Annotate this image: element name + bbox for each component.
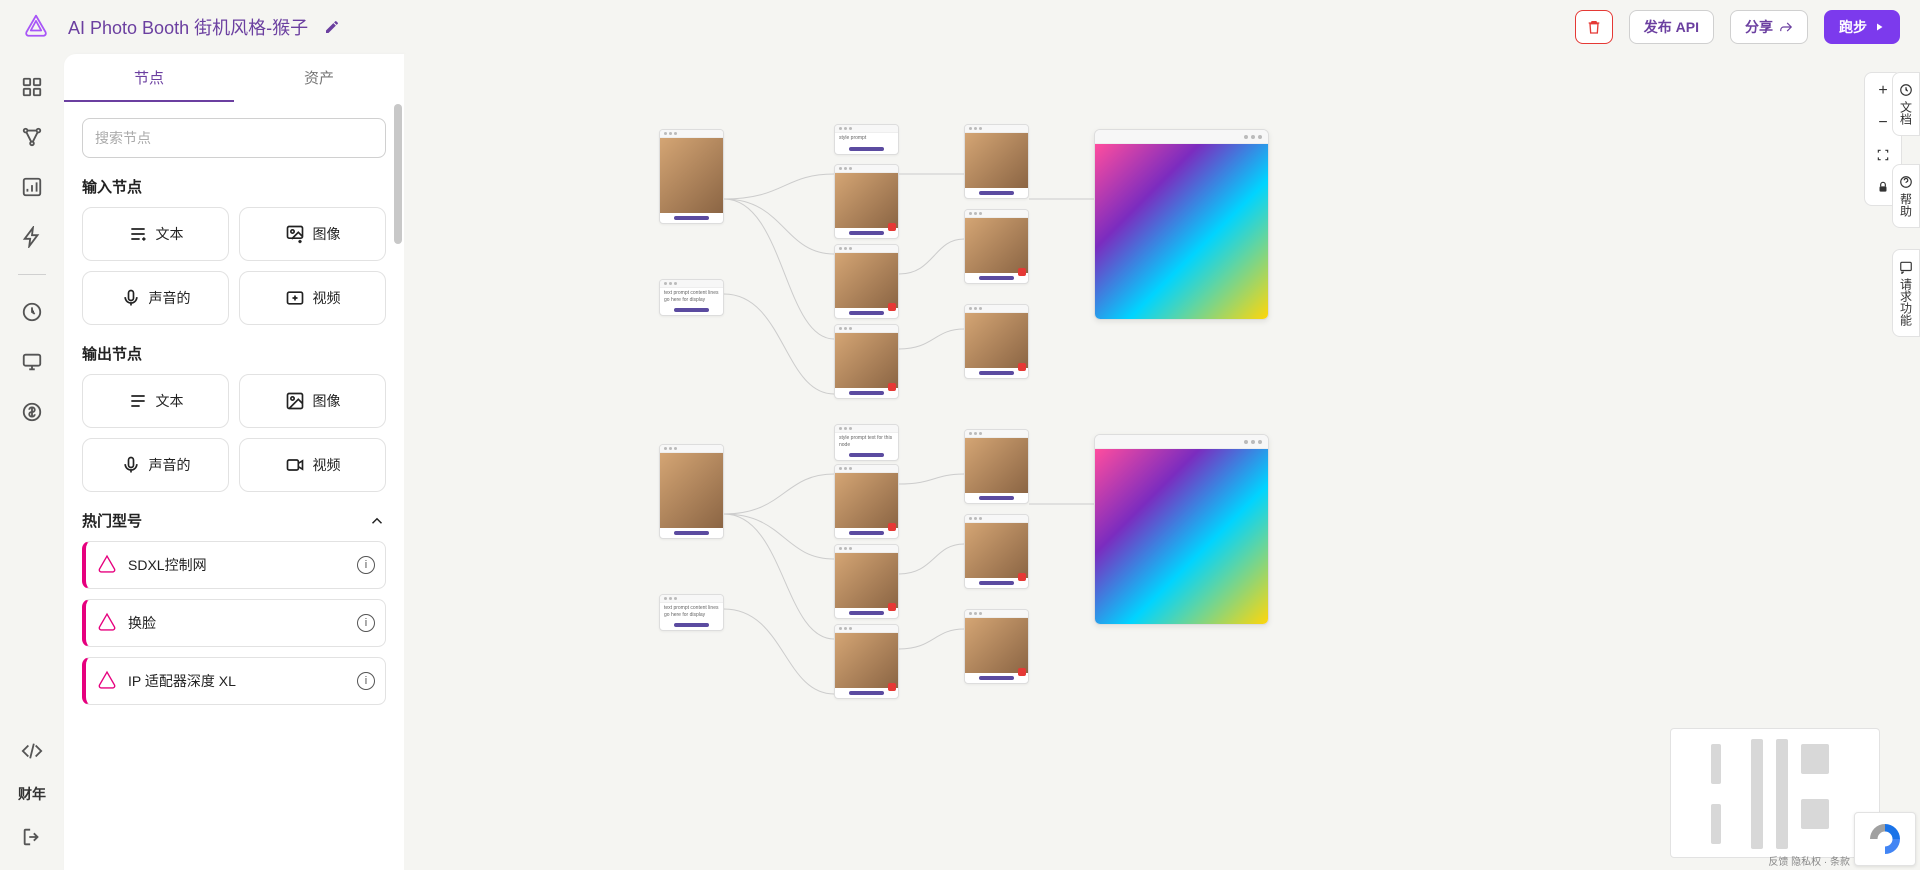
input-video-button[interactable]: 视频 — [239, 271, 386, 325]
info-icon[interactable]: i — [357, 614, 375, 632]
section-input-nodes: 输入节点 — [82, 176, 386, 197]
share-icon — [1779, 20, 1793, 34]
flow-node[interactable] — [964, 514, 1029, 589]
mic-out-icon — [121, 455, 141, 475]
canvas[interactable]: text prompt content lines go here for di… — [404, 54, 1920, 870]
minimap[interactable] — [1670, 728, 1880, 858]
flow-node[interactable]: text prompt content lines go here for di… — [659, 279, 724, 316]
question-icon — [1899, 175, 1913, 189]
flow-node[interactable] — [964, 609, 1029, 684]
apps-icon[interactable] — [19, 74, 45, 100]
flow-node[interactable] — [834, 464, 899, 539]
flow-node[interactable] — [834, 624, 899, 699]
text-icon — [128, 224, 148, 244]
model-sdxl-controlnet[interactable]: SDXL控制网 i — [82, 541, 386, 589]
text-lines-icon — [128, 391, 148, 411]
share-label: 分享 — [1745, 17, 1773, 37]
flow-icon[interactable] — [19, 124, 45, 150]
video-plus-icon — [285, 288, 305, 308]
output-image-button[interactable]: 图像 — [239, 374, 386, 428]
flow-node[interactable] — [659, 444, 724, 539]
flow-node[interactable]: text prompt content lines go here for di… — [659, 594, 724, 631]
code-icon[interactable] — [19, 738, 45, 764]
edit-title-icon[interactable] — [324, 19, 340, 35]
monitor-icon[interactable] — [19, 349, 45, 375]
bolt-icon[interactable] — [19, 224, 45, 250]
fy-label[interactable]: 财年 — [18, 784, 46, 804]
docs-widget[interactable]: 文档 — [1892, 72, 1920, 136]
video-icon — [285, 455, 305, 475]
flow-node[interactable] — [834, 544, 899, 619]
info-icon[interactable]: i — [357, 672, 375, 690]
image-out-icon — [285, 391, 305, 411]
info-icon[interactable]: i — [357, 556, 375, 574]
flow-node[interactable] — [834, 244, 899, 319]
chevron-up-icon — [368, 512, 386, 530]
flow-node[interactable] — [964, 304, 1029, 379]
recaptcha-icon — [1867, 821, 1903, 857]
image-icon — [285, 224, 305, 244]
chat-icon — [1899, 260, 1913, 274]
input-audio-button[interactable]: 声音的 — [82, 271, 229, 325]
model-logo-icon — [96, 670, 118, 692]
sidepanel-scrollbar[interactable] — [394, 104, 402, 244]
delete-button[interactable] — [1575, 10, 1613, 44]
flow-node[interactable] — [964, 124, 1029, 199]
clock-icon — [1899, 83, 1913, 97]
share-button[interactable]: 分享 — [1730, 10, 1808, 44]
section-output-nodes: 输出节点 — [82, 343, 386, 364]
model-logo-icon — [96, 612, 118, 634]
dollar-icon[interactable] — [19, 399, 45, 425]
help-widget[interactable]: 帮助 — [1892, 164, 1920, 228]
left-rail: 财年 — [0, 54, 64, 870]
app-logo[interactable] — [20, 11, 52, 43]
output-text-button[interactable]: 文本 — [82, 374, 229, 428]
request-feature-widget[interactable]: 请求功能 — [1892, 249, 1920, 337]
topbar: AI Photo Booth 街机风格-猴子 发布 API 分享 跑步 — [0, 0, 1920, 54]
output-video-button[interactable]: 视频 — [239, 438, 386, 492]
mic-icon — [121, 288, 141, 308]
trash-icon — [1586, 19, 1602, 35]
flow-node[interactable] — [659, 129, 724, 224]
fit-view-button[interactable] — [1869, 141, 1897, 169]
search-input[interactable] — [82, 118, 386, 158]
tab-assets[interactable]: 资产 — [234, 54, 404, 102]
model-logo-icon — [96, 554, 118, 576]
model-ip-adapter-depth-xl[interactable]: IP 适配器深度 XL i — [82, 657, 386, 705]
tab-nodes[interactable]: 节点 — [64, 54, 234, 102]
flow-node[interactable] — [834, 324, 899, 399]
flow-node[interactable] — [834, 164, 899, 239]
clock-icon[interactable] — [19, 299, 45, 325]
flow-node[interactable]: style prompt text for this node — [834, 424, 899, 461]
play-icon — [1873, 21, 1885, 33]
output-audio-button[interactable]: 声音的 — [82, 438, 229, 492]
flow-node[interactable] — [964, 429, 1029, 504]
feedback-text[interactable]: 反馈 隐私权 · 条款 — [1768, 853, 1850, 868]
project-title: AI Photo Booth 街机风格-猴子 — [68, 14, 308, 40]
run-button[interactable]: 跑步 — [1824, 10, 1900, 44]
recaptcha-badge[interactable] — [1854, 812, 1916, 866]
model-face-swap[interactable]: 换脸 i — [82, 599, 386, 647]
run-label: 跑步 — [1839, 17, 1867, 37]
output-node[interactable] — [1094, 434, 1269, 625]
output-node[interactable] — [1094, 129, 1269, 320]
logout-icon[interactable] — [19, 824, 45, 850]
section-popular-models[interactable]: 热门型号 — [82, 510, 386, 531]
input-text-button[interactable]: 文本 — [82, 207, 229, 261]
sidepanel-tabs: 节点 资产 — [64, 54, 404, 102]
publish-api-button[interactable]: 发布 API — [1629, 10, 1714, 44]
side-panel: 节点 资产 输入节点 文本 图像 声音的 视频 输出节点 文本 图像 声音的 视… — [64, 54, 404, 870]
chart-icon[interactable] — [19, 174, 45, 200]
flow-node[interactable] — [964, 209, 1029, 284]
flow-node[interactable]: style prompt — [834, 124, 899, 155]
input-image-button[interactable]: 图像 — [239, 207, 386, 261]
